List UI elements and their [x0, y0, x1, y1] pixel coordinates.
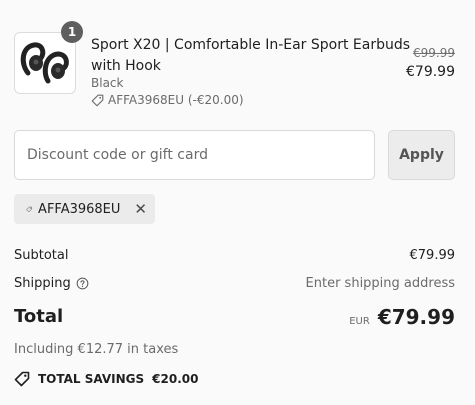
help-icon[interactable]: [76, 277, 89, 290]
total-label: Total: [14, 306, 64, 327]
total-amount: €79.99: [377, 305, 455, 329]
subtotal-value: €79.99: [409, 248, 456, 263]
apply-button[interactable]: Apply: [388, 130, 455, 180]
original-price: €99.99: [413, 46, 455, 60]
tag-icon: [26, 206, 32, 212]
tag-icon: [14, 371, 30, 387]
quantity-badge: 1: [61, 21, 83, 43]
applied-code-label: AFFA3968EU: [38, 201, 121, 217]
currency-code: EUR: [349, 316, 370, 327]
total-value-group: EUR €79.99: [349, 305, 455, 329]
product-variant: Black: [91, 76, 124, 90]
close-icon[interactable]: ✕: [134, 201, 147, 217]
savings-label: TOTAL SAVINGS: [38, 372, 145, 386]
earbuds-image: [20, 42, 69, 84]
shipping-label: Shipping: [14, 276, 71, 291]
shipping-row: Shipping: [14, 276, 89, 291]
product-price: €79.99: [406, 64, 455, 80]
product-discount: AFFA3968EU (-€20.00): [91, 93, 244, 107]
product-discount-label: AFFA3968EU (-€20.00): [108, 93, 244, 107]
shipping-value: Enter shipping address: [305, 276, 455, 291]
applied-discount-chip: AFFA3968EU ✕: [14, 194, 155, 224]
total-savings: TOTAL SAVINGS €20.00: [14, 371, 198, 387]
discount-code-input[interactable]: [14, 130, 375, 180]
tag-icon: [91, 94, 104, 106]
taxes-note: Including €12.77 in taxes: [14, 342, 179, 357]
product-title: Sport X20 | Comfortable In-Ear Sport Ear…: [91, 37, 411, 74]
subtotal-label: Subtotal: [14, 248, 69, 263]
savings-value: €20.00: [152, 372, 199, 386]
